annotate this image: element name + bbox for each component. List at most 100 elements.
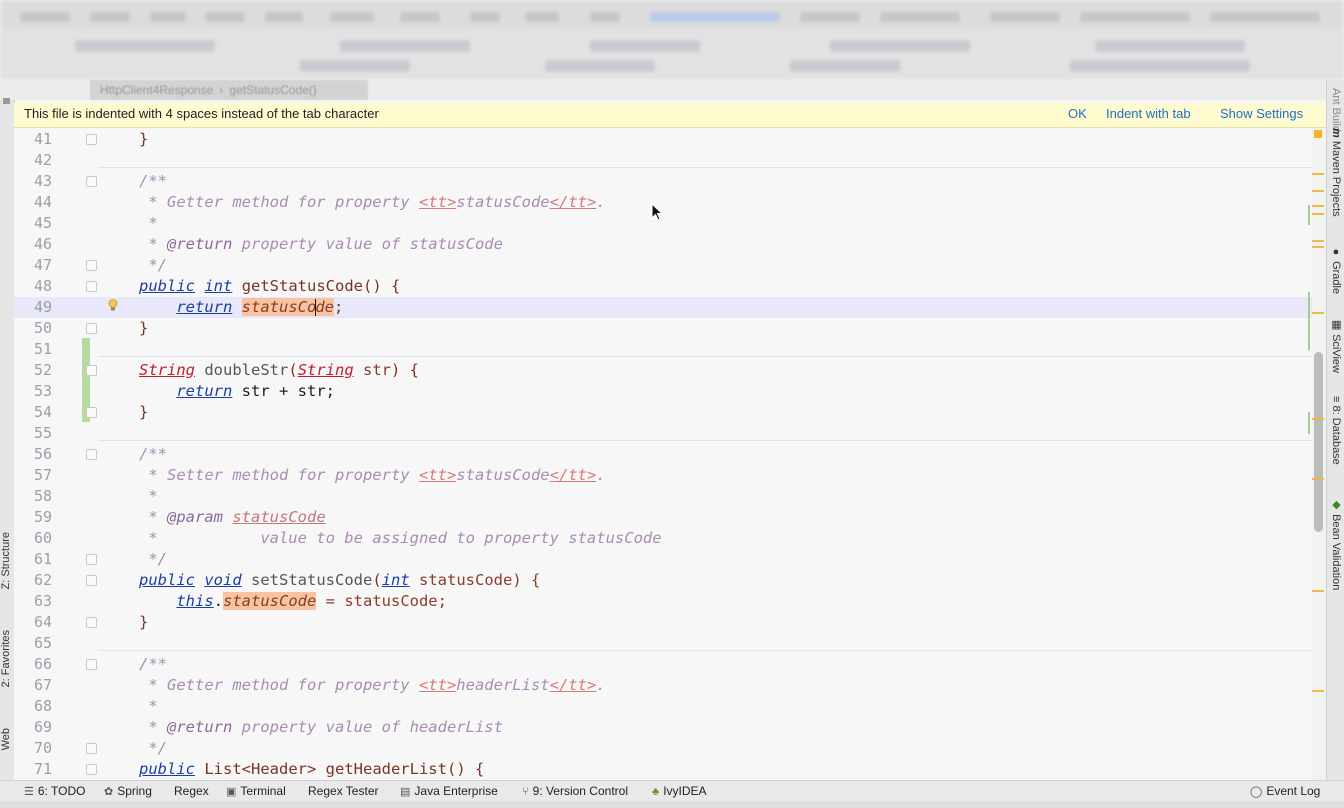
ant-build-tool-button[interactable]: Ant Build [1330,88,1342,132]
code-line[interactable]: 41 } [14,129,1312,150]
indent-with-tab-link[interactable]: Indent with tab [1106,103,1191,125]
code-line[interactable]: 69 * @return property value of headerLis… [14,717,1312,738]
code-line[interactable]: 70 */ [14,738,1312,759]
line-number: 56 [33,445,52,463]
code-line[interactable]: 66 /** [14,654,1312,675]
warning-marker[interactable] [1312,418,1324,420]
code-text: * [139,697,158,715]
vcs-change-marker [1308,205,1310,225]
main-toolbar [0,0,1344,80]
breadcrumb-class[interactable]: HttpClient4Response [100,83,213,97]
regex-tool-button[interactable]: Regex [174,781,209,801]
code-line-current[interactable]: 49 return statusCode; [14,297,1312,318]
spring-tool-button[interactable]: ✿ Spring [104,781,152,802]
structure-tool-button[interactable]: Z: Structure [0,532,12,589]
warning-marker[interactable] [1312,478,1324,480]
lightbulb-icon[interactable] [108,299,118,311]
fold-marker-icon[interactable] [86,449,97,460]
fold-marker-icon[interactable] [86,659,97,670]
code-line[interactable]: 48 public int getStatusCode() { [14,276,1312,297]
warning-marker[interactable] [1312,205,1324,207]
favorites-tool-button[interactable]: 2: Favorites [0,630,12,687]
fold-marker-icon[interactable] [86,260,97,271]
highlighted-field: statusCode [223,592,317,610]
code-line[interactable]: 68 * [14,696,1312,717]
code-line[interactable]: 54 } [14,402,1312,423]
code-line[interactable]: 50 } [14,318,1312,339]
gradle-tool-button[interactable]: ● Gradle [1330,246,1342,294]
line-number: 63 [33,592,52,610]
code-line[interactable]: 63 this.statusCode = statusCode; [14,591,1312,612]
line-number: 69 [33,718,52,736]
regex-tester-tool-button[interactable]: Regex Tester [308,781,378,801]
code-line[interactable]: 57 * Setter method for property <tt>stat… [14,465,1312,486]
fold-marker-icon[interactable] [86,743,97,754]
code-line[interactable]: 53 return str + str; [14,381,1312,402]
web-tool-button[interactable]: Web [0,728,12,750]
code-line[interactable]: 52 String doubleStr(String str) { [14,360,1312,381]
warning-marker[interactable] [1312,312,1324,314]
code-line[interactable]: 55 [14,423,1312,444]
event-log-icon: ◯ [1250,786,1263,798]
code-line[interactable]: 43 /** [14,171,1312,192]
line-number: 57 [33,466,52,484]
maven-projects-tool-button[interactable]: m Maven Projects [1330,128,1342,217]
warning-marker[interactable] [1312,173,1324,175]
code-line[interactable]: 64 } [14,612,1312,633]
warning-marker[interactable] [1312,240,1324,242]
warning-marker[interactable] [1312,590,1324,592]
code-line[interactable]: 47 */ [14,255,1312,276]
fold-marker-icon[interactable] [86,281,97,292]
fold-marker-icon[interactable] [86,407,97,418]
code-line[interactable]: 51 [14,339,1312,360]
warning-status-icon[interactable] [1314,130,1322,138]
event-log-tool-button[interactable]: ◯ Event Log [1250,781,1320,802]
code-line[interactable]: 60 * value to be assigned to property st… [14,528,1312,549]
line-number: 60 [33,529,52,547]
line-number: 44 [33,193,52,211]
line-number: 42 [33,151,52,169]
fold-marker-icon[interactable] [86,176,97,187]
version-control-tool-button[interactable]: ⑂ 9: Version Control [522,781,628,802]
fold-marker-icon[interactable] [86,575,97,586]
breadcrumb[interactable]: HttpClient4Response › getStatusCode() [90,80,368,100]
code-line[interactable]: 67 * Getter method for property <tt>head… [14,675,1312,696]
code-line[interactable]: 59 * @param statusCode [14,507,1312,528]
project-collapse-icon[interactable] [3,98,10,104]
line-number: 71 [33,760,52,778]
code-line[interactable]: 42 [14,150,1312,171]
fold-marker-icon[interactable] [86,134,97,145]
fold-marker-icon[interactable] [86,554,97,565]
fold-marker-icon[interactable] [86,617,97,628]
code-line[interactable]: 61 */ [14,549,1312,570]
fold-marker-icon[interactable] [86,365,97,376]
fold-marker-icon[interactable] [86,323,97,334]
warning-marker[interactable] [1312,190,1324,192]
vertical-scrollbar-thumb[interactable] [1314,352,1323,532]
show-settings-link[interactable]: Show Settings [1220,103,1303,125]
warning-marker[interactable] [1312,213,1324,215]
code-line[interactable]: 58 * [14,486,1312,507]
bean-validation-tool-button[interactable]: ◆ Bean Validation [1330,498,1343,590]
todo-tool-button[interactable]: ☰ 6: TODO [24,781,85,802]
code-line[interactable]: 71 public List<Header> getHeaderList() { [14,759,1312,780]
code-line[interactable]: 62 public void setStatusCode(int statusC… [14,570,1312,591]
fold-marker-icon[interactable] [86,764,97,775]
indent-notification-bar: This file is indented with 4 spaces inst… [14,103,1326,128]
warning-marker[interactable] [1312,246,1324,248]
warning-marker[interactable] [1312,690,1324,692]
notification-ok-link[interactable]: OK [1068,103,1087,125]
list-icon: ☰ [24,786,34,798]
breadcrumb-method[interactable]: getStatusCode() [229,83,316,97]
sciview-tool-button[interactable]: ▦ SciView [1330,318,1343,373]
database-tool-button[interactable]: ≡ 8: Database [1330,396,1342,465]
notification-message: This file is indented with 4 spaces inst… [24,106,379,121]
terminal-tool-button[interactable]: ▣ Terminal [226,781,286,802]
ivyidea-tool-button[interactable]: ♣ IvyIDEA [652,781,707,802]
code-line[interactable]: 65 [14,633,1312,654]
java-enterprise-tool-button[interactable]: ▤ Java Enterprise [400,781,498,802]
line-number: 68 [33,697,52,715]
code-line[interactable]: 56 /** [14,444,1312,465]
code-line[interactable]: 46 * @return property value of statusCod… [14,234,1312,255]
code-editor[interactable]: 41 } 42 43 /** 44 * Getter method for pr… [14,128,1312,780]
